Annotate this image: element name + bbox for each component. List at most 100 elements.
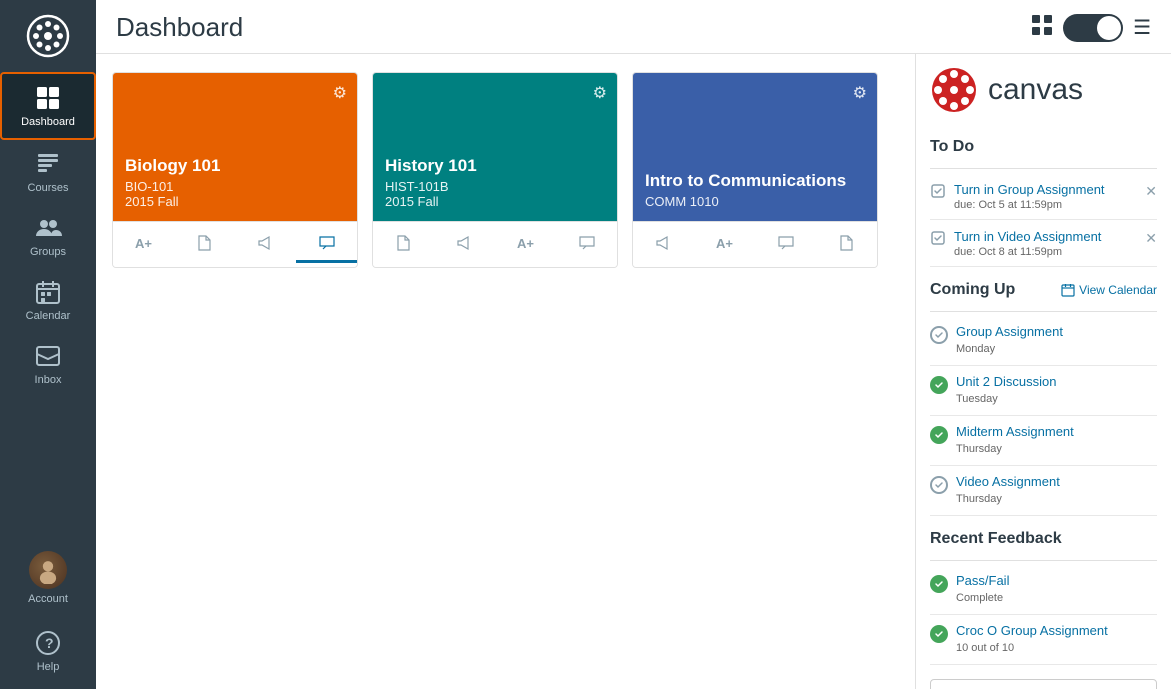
card-gear-hist101[interactable]: ⚙ bbox=[593, 83, 607, 103]
assignment-icon-1 bbox=[930, 183, 946, 199]
sidebar-item-dashboard[interactable]: Dashboard bbox=[0, 72, 96, 140]
card-gear-comm1010[interactable]: ⚙ bbox=[853, 83, 867, 103]
sidebar-item-account[interactable]: Account bbox=[0, 541, 96, 615]
canvas-logo-icon bbox=[26, 14, 70, 58]
sidebar-item-label-groups: Groups bbox=[30, 246, 66, 258]
sidebar-item-calendar[interactable]: Calendar bbox=[0, 268, 96, 332]
sidebar-item-label-help: Help bbox=[37, 661, 60, 673]
todo-icon-1 bbox=[930, 183, 946, 202]
feedback-sub-2: 10 out of 10 bbox=[956, 642, 1014, 654]
card-btn-announce-comm1010[interactable] bbox=[633, 226, 694, 263]
coming-text-4: Video Assignment Thursday bbox=[956, 474, 1157, 507]
card-btn-grades-hist101[interactable]: A+ bbox=[495, 226, 556, 263]
coming-text-3: Midterm Assignment Thursday bbox=[956, 424, 1157, 457]
toggle-knob bbox=[1097, 16, 1121, 40]
sidebar-item-label-calendar: Calendar bbox=[26, 310, 71, 322]
card-name-comm1010: Intro to Communications bbox=[645, 171, 865, 191]
card-btn-files-hist101[interactable] bbox=[373, 226, 434, 263]
announce-icon2 bbox=[456, 234, 474, 252]
card-code-comm1010: COMM 1010 bbox=[645, 194, 865, 209]
todo-text-1: Turn in Group Assignment due: Oct 5 at 1… bbox=[954, 181, 1137, 211]
coming-check-1 bbox=[930, 326, 948, 344]
todo-item-2: Turn in Video Assignment due: Oct 8 at 1… bbox=[930, 220, 1157, 267]
check-green-fb-2 bbox=[934, 629, 944, 639]
card-btn-discuss-bio101[interactable] bbox=[296, 226, 357, 263]
view-grades-button[interactable]: View Grades bbox=[930, 679, 1157, 689]
coming-day-4: Thursday bbox=[956, 493, 1002, 505]
card-btn-files-comm1010[interactable] bbox=[816, 226, 877, 263]
files-icon2 bbox=[395, 234, 413, 252]
course-card-bio101[interactable]: ⚙ Biology 101 BIO-101 2015 Fall A+ bbox=[112, 72, 358, 268]
todo-title: To Do bbox=[930, 138, 1157, 156]
course-cards-row: ⚙ Biology 101 BIO-101 2015 Fall A+ bbox=[112, 72, 899, 268]
coming-link-2[interactable]: Unit 2 Discussion bbox=[956, 374, 1157, 389]
sidebar-item-help[interactable]: ? Help bbox=[0, 619, 96, 683]
todo-dismiss-2[interactable]: ✕ bbox=[1145, 230, 1157, 247]
svg-text:?: ? bbox=[45, 635, 54, 651]
todo-item-1: Turn in Group Assignment due: Oct 5 at 1… bbox=[930, 173, 1157, 220]
view-calendar-link[interactable]: View Calendar bbox=[1061, 283, 1157, 297]
view-calendar-label: View Calendar bbox=[1079, 283, 1157, 297]
groups-icon bbox=[34, 214, 62, 242]
todo-due-2: due: Oct 8 at 11:59pm bbox=[954, 246, 1137, 258]
coming-link-3[interactable]: Midterm Assignment bbox=[956, 424, 1157, 439]
feedback-text-1: Pass/Fail Complete bbox=[956, 573, 1157, 606]
coming-link-1[interactable]: Group Assignment bbox=[956, 324, 1157, 339]
card-actions-bio101: A+ bbox=[113, 221, 357, 267]
card-code-hist101: HIST-101B 2015 Fall bbox=[385, 179, 605, 209]
courses-icon bbox=[34, 150, 62, 178]
calendar-small-icon bbox=[1061, 283, 1075, 297]
page-title: Dashboard bbox=[116, 12, 243, 43]
card-btn-files-bio101[interactable] bbox=[174, 226, 235, 263]
inbox-icon bbox=[34, 342, 62, 370]
recent-feedback-title: Recent Feedback bbox=[930, 530, 1157, 548]
feedback-link-1[interactable]: Pass/Fail bbox=[956, 573, 1157, 588]
check-gray-icon-4 bbox=[934, 480, 944, 490]
right-sidebar: canvas To Do Turn in Group Assignment du… bbox=[915, 54, 1171, 689]
card-btn-grades-comm1010[interactable]: A+ bbox=[694, 226, 755, 263]
todo-link-2[interactable]: Turn in Video Assignment bbox=[954, 229, 1101, 244]
main-content: Dashboard ☰ bbox=[96, 0, 1171, 689]
check-green-icon-2 bbox=[934, 380, 944, 390]
card-header-comm1010: ⚙ Intro to Communications COMM 1010 bbox=[633, 73, 877, 221]
feedback-link-2[interactable]: Croc O Group Assignment bbox=[956, 623, 1157, 638]
todo-icon-2 bbox=[930, 230, 946, 249]
sidebar-item-courses[interactable]: Courses bbox=[0, 140, 96, 204]
todo-divider bbox=[930, 168, 1157, 169]
todo-dismiss-1[interactable]: ✕ bbox=[1145, 183, 1157, 200]
sidebar-item-groups[interactable]: Groups bbox=[0, 204, 96, 268]
sidebar: Dashboard Courses Groups bbox=[0, 0, 96, 689]
svg-text:A+: A+ bbox=[716, 236, 733, 251]
course-card-comm1010[interactable]: ⚙ Intro to Communications COMM 1010 A+ bbox=[632, 72, 878, 268]
coming-item-2: Unit 2 Discussion Tuesday bbox=[930, 366, 1157, 416]
sidebar-item-inbox[interactable]: Inbox bbox=[0, 332, 96, 396]
feedback-item-2: Croc O Group Assignment 10 out of 10 bbox=[930, 615, 1157, 665]
card-actions-hist101: A+ bbox=[373, 221, 617, 267]
course-card-hist101[interactable]: ⚙ History 101 HIST-101B 2015 Fall bbox=[372, 72, 618, 268]
coming-up-divider bbox=[930, 311, 1157, 312]
view-toggle[interactable] bbox=[1063, 14, 1123, 42]
card-name-hist101: History 101 bbox=[385, 156, 605, 176]
menu-icon[interactable]: ☰ bbox=[1133, 15, 1151, 40]
card-btn-announce-bio101[interactable] bbox=[235, 226, 296, 263]
check-green-icon-3 bbox=[934, 430, 944, 440]
card-name-bio101: Biology 101 bbox=[125, 156, 345, 176]
todo-text-2: Turn in Video Assignment due: Oct 8 at 1… bbox=[954, 228, 1137, 258]
grid-view-icon[interactable] bbox=[1031, 14, 1053, 41]
grades-icon2: A+ bbox=[517, 234, 535, 252]
card-btn-discuss-comm1010[interactable] bbox=[755, 226, 816, 263]
dashboard-body: ⚙ Biology 101 BIO-101 2015 Fall A+ bbox=[96, 54, 1171, 689]
todo-link-1[interactable]: Turn in Group Assignment bbox=[954, 182, 1105, 197]
check-gray-icon-1 bbox=[934, 330, 944, 340]
avatar-img bbox=[34, 556, 62, 584]
recent-feedback-divider bbox=[930, 560, 1157, 561]
coming-link-4[interactable]: Video Assignment bbox=[956, 474, 1157, 489]
card-btn-discuss-hist101[interactable] bbox=[556, 226, 617, 263]
feedback-check-1 bbox=[930, 575, 948, 593]
announce-icon bbox=[257, 234, 275, 252]
coming-check-4 bbox=[930, 476, 948, 494]
card-btn-announce-hist101[interactable] bbox=[434, 226, 495, 263]
card-gear-bio101[interactable]: ⚙ bbox=[333, 83, 347, 103]
card-btn-grades-bio101[interactable]: A+ bbox=[113, 226, 174, 263]
feedback-sub-1: Complete bbox=[956, 592, 1003, 604]
